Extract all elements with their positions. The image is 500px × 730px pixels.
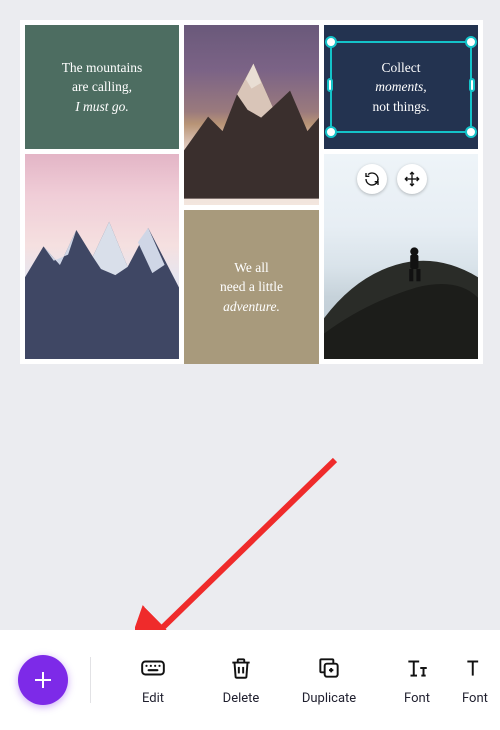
- text-content: Collect moments, not things.: [372, 58, 429, 117]
- text-line: I must go.: [62, 97, 143, 117]
- card-image-mountain-peak[interactable]: [184, 25, 319, 205]
- duplicate-icon: [316, 655, 342, 681]
- text-line: adventure.: [220, 297, 283, 317]
- font-icon: [463, 655, 489, 681]
- text-line: Collect: [372, 58, 429, 78]
- keyboard-icon: [140, 655, 166, 681]
- text-content: We all need a little adventure.: [220, 258, 283, 317]
- font-icon: [404, 655, 430, 681]
- text-line: are calling,: [62, 77, 143, 97]
- text-line: need a little: [220, 277, 283, 297]
- tool-font[interactable]: Font: [373, 655, 461, 706]
- text-line: We all: [220, 258, 283, 278]
- tool-font-overflow[interactable]: Font: [461, 655, 491, 706]
- selection-floating-actions: [357, 164, 427, 194]
- tool-label: Font: [462, 691, 490, 706]
- rotate-button[interactable]: [357, 164, 387, 194]
- resize-handle-br[interactable]: [465, 126, 477, 138]
- tool-label: Duplicate: [302, 691, 356, 706]
- tool-delete[interactable]: Delete: [197, 655, 285, 706]
- toolbar-tools: Edit Delete Duplicate: [109, 655, 500, 706]
- resize-handle-ml[interactable]: [327, 78, 333, 92]
- card-text-collect-selected[interactable]: Collect moments, not things.: [324, 25, 478, 149]
- rotate-icon: [364, 171, 380, 187]
- annotation-arrow: [135, 450, 345, 650]
- tool-label: Edit: [142, 691, 164, 706]
- resize-handle-bl[interactable]: [325, 126, 337, 138]
- move-icon: [404, 171, 420, 187]
- card-text-mountains[interactable]: The mountains are calling, I must go.: [25, 25, 179, 149]
- plus-icon: [31, 668, 55, 692]
- add-button[interactable]: [18, 655, 68, 705]
- text-line: The mountains: [62, 58, 143, 78]
- card-image-snowy-mountain[interactable]: [25, 154, 179, 359]
- card-column-middle: We all need a little adventure.: [184, 25, 319, 359]
- resize-handle-tr[interactable]: [465, 36, 477, 48]
- card-text-adventure[interactable]: We all need a little adventure.: [184, 210, 319, 364]
- text-content: The mountains are calling, I must go.: [62, 58, 143, 117]
- tool-duplicate[interactable]: Duplicate: [285, 655, 373, 706]
- resize-handle-tl[interactable]: [325, 36, 337, 48]
- move-button[interactable]: [397, 164, 427, 194]
- text-line: not things.: [372, 97, 429, 117]
- toolbar-divider: [90, 657, 91, 703]
- bottom-toolbar: Edit Delete Duplicate: [0, 630, 500, 730]
- trash-icon: [228, 655, 254, 681]
- tool-label: Font: [404, 691, 430, 706]
- tool-label: Delete: [223, 691, 260, 706]
- text-line: moments,: [372, 77, 429, 97]
- resize-handle-mr[interactable]: [469, 78, 475, 92]
- tool-edit[interactable]: Edit: [109, 655, 197, 706]
